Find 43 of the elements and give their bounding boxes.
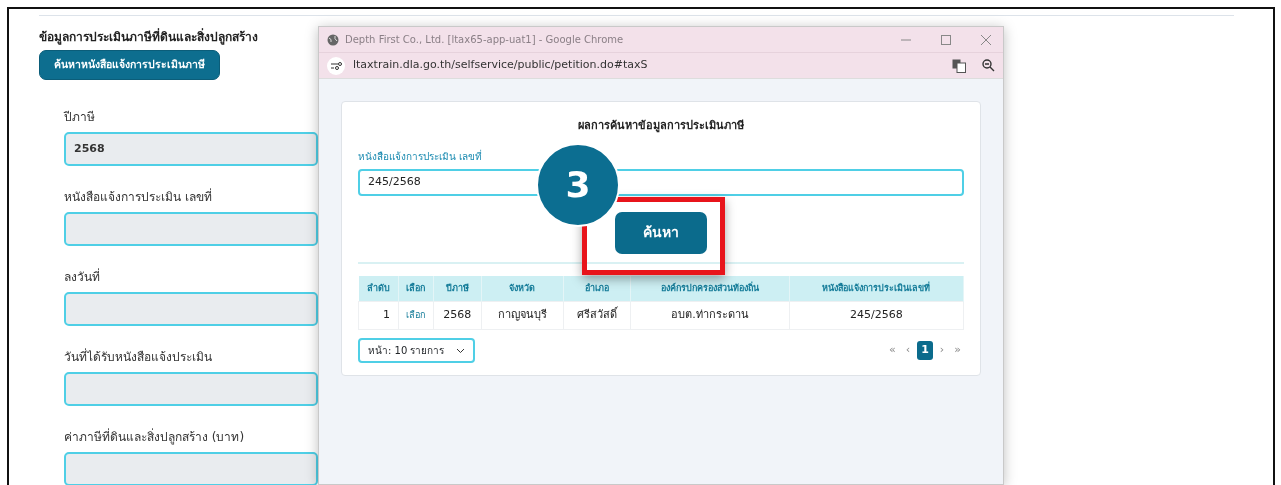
input-field[interactable] [64, 211, 318, 246]
column-header: ปีภาษี [433, 275, 482, 302]
table-cell: ศรีสวัสดิ์ [563, 301, 631, 330]
pagination-button[interactable]: » [951, 342, 964, 359]
maximize-icon[interactable] [941, 34, 951, 45]
pagination-button[interactable]: ‹ [902, 342, 914, 359]
site-settings-icon[interactable] [327, 56, 345, 75]
field-label: ค่าภาษีที่ดินและสิ่งปลูกสร้าง (บาท) [64, 427, 245, 446]
field-label: หนังสือแจ้งการประเมิน เลขที่ [64, 187, 212, 206]
page-size-select[interactable]: หน้า: 10 รายการ [358, 338, 476, 363]
input-field[interactable] [64, 371, 318, 406]
close-icon[interactable] [981, 34, 991, 45]
card-title: ผลการค้นหาข้อมูลการประเมินภาษี [577, 118, 745, 135]
field-label: ลงวันที่ [64, 267, 100, 286]
window-title: Depth First Co., Ltd. [ltax65-app-uat1] - Google Chrome [345, 33, 625, 47]
column-header: เลือก [398, 275, 434, 302]
column-header: อำเภอ [563, 275, 631, 302]
field-label: ปีภาษี [64, 108, 95, 126]
field-label: หนังสือแจ้งการประเมิน เลขที่ [358, 148, 484, 164]
section-title: ข้อมูลการประเมินภาษีที่ดินและสิ่งปลูกสร้าง [39, 28, 258, 46]
table-cell: กาญจนบุรี [481, 301, 564, 330]
search-notice-button[interactable]: ค้นหาหนังสือแจ้งการประเมินภาษี [39, 50, 220, 80]
select-link[interactable]: เลือก [398, 301, 434, 330]
column-header: องค์กรปกครองส่วนท้องถิ่น [630, 275, 790, 302]
input-field[interactable] [64, 451, 318, 485]
pagination-button[interactable]: › [936, 342, 948, 359]
column-header: จังหวัด [481, 275, 564, 302]
field-label: วันที่ได้รับหนังสือแจ้งประเมิน [64, 347, 212, 366]
input-field[interactable] [64, 291, 318, 326]
column-header: ลำดับ [358, 275, 399, 302]
pagination-button[interactable]: « [886, 342, 899, 359]
pagination-button[interactable]: 1 [917, 341, 933, 360]
chevron-down-icon [456, 347, 466, 354]
translate-icon[interactable] [952, 58, 966, 73]
minimize-icon[interactable] [901, 38, 911, 41]
table-cell: 1 [358, 301, 399, 330]
table-cell: 2568 [433, 301, 482, 330]
zoom-icon[interactable] [982, 59, 995, 72]
input-field[interactable]: 2568 [64, 131, 318, 166]
table-cell: 245/2568 [789, 301, 964, 330]
table-cell: อบต.ท่ากระดาน [630, 301, 790, 330]
search-button[interactable]: ค้นหา [615, 211, 707, 254]
column-header: หนังสือแจ้งการประเมินเลขที่ [789, 275, 964, 302]
